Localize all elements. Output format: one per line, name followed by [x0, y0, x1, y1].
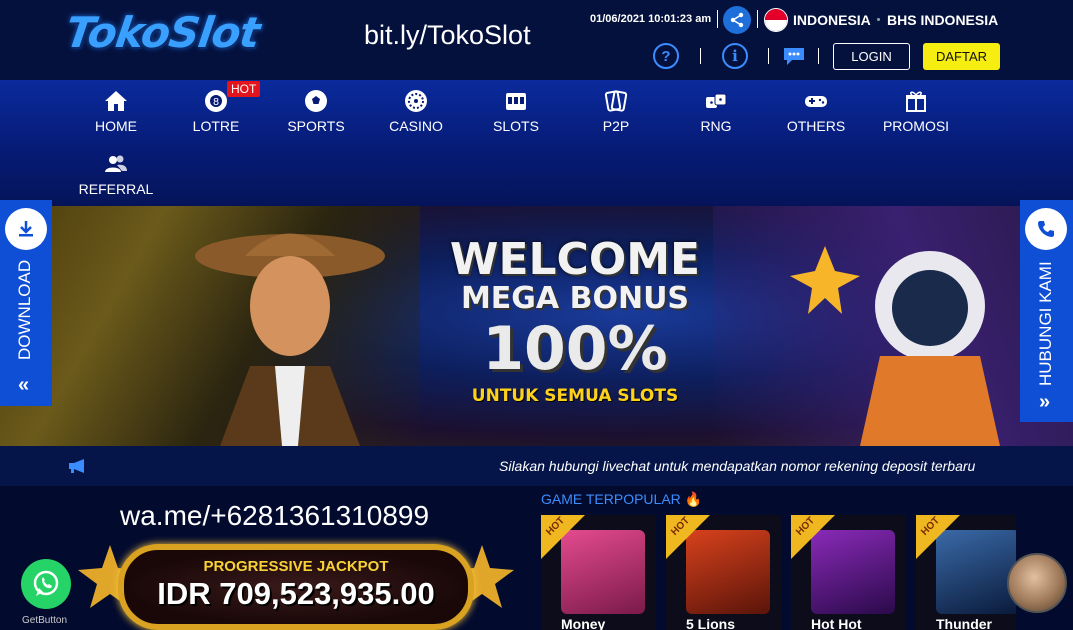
livechat-avatar[interactable] [1007, 553, 1067, 613]
banner-line-1: WELCOME [449, 234, 701, 285]
divider [717, 10, 718, 28]
divider [757, 10, 758, 28]
banner-line-2: MEGA BONUS [460, 281, 690, 316]
contact-side-tab[interactable]: HUBUNGI KAMI » [1020, 200, 1073, 422]
nav-item-promosi[interactable]: PROMOSI [866, 88, 966, 134]
info-icon[interactable]: i [722, 43, 748, 69]
site-url: bit.ly/TokoSlot [364, 20, 531, 50]
help-icon[interactable]: ? [653, 43, 679, 69]
slot-machine-icon [506, 93, 526, 110]
game-name: Thunder [936, 616, 992, 630]
site-logo[interactable]: TokoSlot [62, 8, 330, 60]
gift-icon [906, 91, 926, 112]
roulette-icon [405, 90, 427, 112]
users-icon [105, 155, 127, 172]
popular-games-list: HOT Money HOT 5 Lions HOT Hot Hot HOT Th… [541, 515, 1016, 630]
divider [768, 48, 769, 64]
game-card[interactable]: HOT Thunder [916, 515, 1016, 630]
logo-text: TokoSlot [62, 8, 263, 57]
chat-icon[interactable] [782, 46, 806, 66]
nav-label: OTHERS [786, 118, 846, 134]
contact-label: HUBUNGI KAMI [1036, 261, 1055, 386]
download-icon [5, 208, 47, 250]
game-card[interactable]: HOT Hot Hot [791, 515, 906, 630]
nav-label: PROMOSI [882, 118, 950, 134]
main-nav: HOME 8 LOTRE SPORTS CASINO SLOTS P2P RNG… [0, 80, 1073, 206]
login-button[interactable]: LOGIN [833, 43, 910, 70]
divider [818, 48, 819, 64]
nav-label: SLOTS [493, 118, 539, 134]
header: TokoSlot bit.ly/TokoSlot 01/06/2021 10:0… [0, 0, 1073, 80]
whatsapp-icon [33, 570, 59, 596]
popular-games-title: GAME TERPOPULAR 🔥 [541, 491, 702, 508]
banner-headline: WELCOME MEGA BONUS 100% UNTUK SEMUA SLOT… [440, 234, 710, 406]
banner-line-3: 100% [482, 314, 668, 384]
soccer-ball-icon [305, 90, 327, 112]
game-card[interactable]: HOT 5 Lions [666, 515, 781, 630]
chevron-left-icon: « [18, 374, 30, 396]
announcement-text: Silakan hubungi livechat untuk mendapatk… [499, 458, 976, 474]
share-icon [730, 12, 744, 28]
banner-line-4: UNTUK SEMUA SLOTS [471, 386, 679, 406]
nav-item-others[interactable]: OTHERS [766, 88, 866, 134]
dice-icon [706, 93, 727, 108]
nav-label: CASINO [389, 118, 443, 134]
lottery-ball-icon: 8 [205, 90, 227, 112]
jackpot-label: PROGRESSIVE JACKPOT [203, 558, 389, 575]
fire-icon: 🔥 [684, 491, 703, 507]
chevron-right-icon: » [1039, 391, 1051, 413]
nav-label: RNG [700, 118, 732, 134]
game-name: Hot Hot [811, 616, 862, 630]
share-button[interactable] [723, 6, 751, 34]
nav-item-casino[interactable]: CASINO [366, 88, 466, 134]
nav-item-sports[interactable]: SPORTS [266, 88, 366, 134]
download-side-tab[interactable]: DOWNLOAD « [0, 200, 52, 406]
nav-item-rng[interactable]: RNG [666, 88, 766, 134]
whatsapp-link[interactable]: wa.me/+6281361310899 [120, 500, 429, 532]
nav-item-slots[interactable]: SLOTS [466, 88, 566, 134]
svg-text:8: 8 [213, 97, 219, 108]
announcement-bar: Silakan hubungi livechat untuk mendapatk… [0, 446, 1073, 486]
country-selector[interactable]: INDONESIA [793, 12, 871, 28]
nav-label: LOTRE [192, 118, 240, 134]
home-icon [105, 91, 127, 111]
whatsapp-button[interactable] [21, 559, 71, 609]
nav-label: REFERRAL [78, 181, 154, 197]
hot-badge: HOT [227, 81, 261, 97]
cowboy-illustration [195, 233, 385, 446]
megaphone-icon [69, 459, 84, 473]
nav-item-home[interactable]: HOME [66, 88, 166, 134]
promo-banner[interactable]: WELCOME MEGA BONUS 100% UNTUK SEMUA SLOT… [0, 206, 1073, 446]
getbutton-label[interactable]: GetButton [22, 615, 67, 626]
datetime: 01/06/2021 10:01:23 am [590, 13, 712, 25]
nav-item-referral[interactable]: REFERRAL [66, 151, 166, 197]
cards-icon [604, 90, 628, 112]
game-card[interactable]: HOT Money [541, 515, 656, 630]
register-button[interactable]: DAFTAR [923, 43, 1000, 70]
download-label: DOWNLOAD [15, 259, 34, 360]
game-name: Money [561, 616, 606, 630]
jackpot-value: IDR 709,523,935.00 [157, 576, 435, 611]
language-selector[interactable]: BHS INDONESIA [887, 12, 998, 28]
astronaut-illustration [790, 246, 1000, 446]
separator-dot [877, 18, 880, 21]
gamepad-icon [805, 96, 827, 107]
popular-title-text: GAME TERPOPULAR [541, 491, 681, 507]
divider [700, 48, 701, 64]
nav-label: SPORTS [287, 118, 345, 134]
game-name: 5 Lions [686, 616, 736, 630]
indonesia-flag-icon[interactable] [764, 8, 788, 32]
nav-item-p2p[interactable]: P2P [566, 88, 666, 134]
phone-icon [1025, 208, 1067, 250]
nav-label: P2P [602, 118, 630, 134]
jackpot-widget: PROGRESSIVE JACKPOT IDR 709,523,935.00 [70, 540, 522, 630]
nav-label: HOME [95, 118, 137, 134]
